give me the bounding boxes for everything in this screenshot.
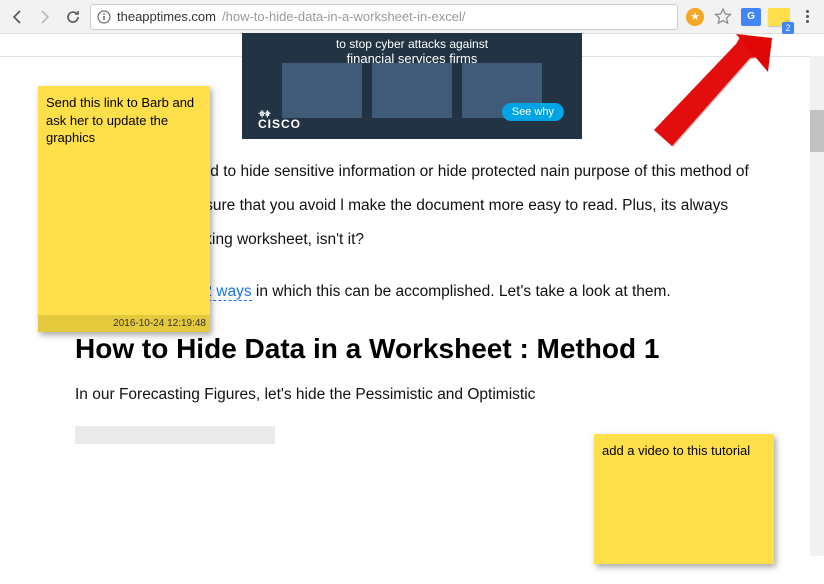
ad-text-top: to stop cyber attacks against bbox=[242, 33, 582, 51]
ad-text-line2: financial services firms bbox=[242, 51, 582, 66]
section-intro: In our Forecasting Figures, let's hide t… bbox=[75, 386, 749, 404]
vertical-scrollbar-thumb[interactable] bbox=[810, 110, 824, 152]
sticky-note-text: add a video to this tutorial bbox=[602, 442, 766, 460]
text-fragment: in which this can be accomplished. Let's… bbox=[252, 283, 671, 300]
sticky-note-1[interactable]: Send this link to Barb and ask her to up… bbox=[38, 86, 210, 332]
favorite-extension-button[interactable]: ★ bbox=[684, 6, 706, 28]
ad-brand-logo: ·ı|ı·ı|ı· CISCO bbox=[258, 111, 301, 131]
image-placeholder bbox=[75, 426, 275, 444]
star-outline-icon bbox=[714, 8, 732, 26]
address-bar[interactable]: theapptimes.com/how-to-hide-data-in-a-wo… bbox=[90, 4, 678, 30]
sticky-note-timestamp: 2016-10-24 12:19:48 bbox=[38, 315, 210, 333]
sticky-count-badge: 2 bbox=[782, 22, 794, 34]
forward-button[interactable] bbox=[34, 6, 56, 28]
kebab-icon bbox=[802, 10, 813, 23]
sticky-note-text: Send this link to Barb and ask her to up… bbox=[46, 94, 202, 147]
ad-banner[interactable]: to stop cyber attacks against financial … bbox=[242, 33, 582, 139]
section-heading: How to Hide Data in a Worksheet : Method… bbox=[75, 331, 749, 367]
browser-toolbar: theapptimes.com/how-to-hide-data-in-a-wo… bbox=[0, 0, 824, 34]
ad-cta-button[interactable]: See why bbox=[502, 103, 564, 121]
ad-brand-text: CISCO bbox=[258, 117, 301, 131]
translate-extension-button[interactable]: G bbox=[740, 6, 762, 28]
sticky-note-2[interactable]: add a video to this tutorial bbox=[594, 434, 774, 564]
url-path: /how-to-hide-data-in-a-worksheet-in-exce… bbox=[222, 9, 466, 24]
sticky-notes-extension-button[interactable]: 2 bbox=[768, 6, 790, 28]
translate-icon: G bbox=[741, 8, 761, 26]
back-button[interactable] bbox=[6, 6, 28, 28]
star-icon: ★ bbox=[686, 8, 704, 26]
info-icon bbox=[97, 10, 111, 24]
chrome-menu-button[interactable] bbox=[796, 6, 818, 28]
reload-button[interactable] bbox=[62, 6, 84, 28]
bookmark-button[interactable] bbox=[712, 6, 734, 28]
url-host: theapptimes.com bbox=[117, 9, 216, 24]
